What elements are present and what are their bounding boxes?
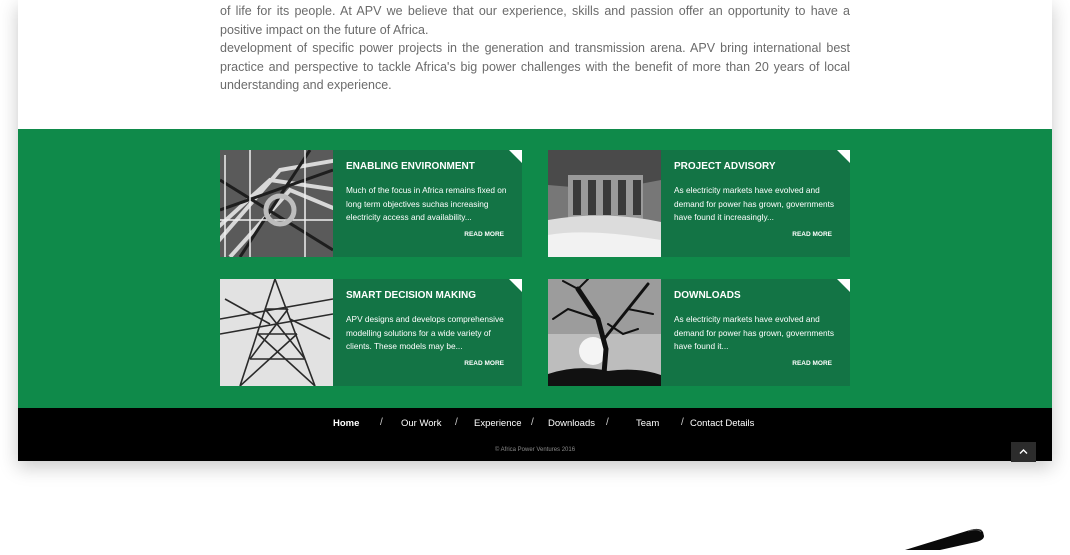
copyright-text: © Africa Power Ventures 2016: [494, 447, 576, 453]
nav-our-work[interactable]: Our Work: [401, 418, 441, 429]
nav-downloads[interactable]: Downloads: [548, 418, 595, 429]
intro-text: of life for its people. At APV we believ…: [220, 0, 850, 95]
card-text: As electricity markets have evolved and …: [674, 185, 835, 222]
read-more-link[interactable]: READ MORE: [464, 231, 504, 238]
chevron-up-icon: [1019, 449, 1028, 454]
intro-paragraph-2: development of specific power projects i…: [220, 41, 850, 92]
card-smart-decision-making[interactable]: SMART DECISION MAKING APV designs and de…: [220, 279, 522, 386]
back-to-top-button[interactable]: [1011, 442, 1036, 462]
nav-separator: /: [531, 417, 534, 428]
intro-paragraph-1: of life for its people. At APV we believ…: [220, 4, 850, 37]
card-downloads[interactable]: DOWNLOADS As electricity markets have ev…: [548, 279, 850, 386]
nav-home[interactable]: Home: [333, 418, 359, 429]
read-more-link[interactable]: READ MORE: [464, 360, 504, 367]
card-text: As electricity markets have evolved and …: [674, 314, 835, 351]
card-title: SMART DECISION MAKING: [346, 290, 476, 301]
read-more-link[interactable]: READ MORE: [792, 231, 832, 238]
card-title: ENABLING ENVIRONMENT: [346, 161, 475, 172]
pen-tip-decoration: [900, 524, 990, 555]
card-image-industrial-pipes: [220, 150, 333, 257]
services-section: ENABLING ENVIRONMENT Much of the focus i…: [18, 129, 1052, 408]
read-more-link[interactable]: READ MORE: [792, 360, 832, 367]
nav-separator: /: [681, 417, 684, 428]
card-image-dam: [548, 150, 661, 257]
card-title: PROJECT ADVISORY: [674, 161, 776, 172]
card-enabling-environment[interactable]: ENABLING ENVIRONMENT Much of the focus i…: [220, 150, 522, 257]
nav-separator: /: [380, 417, 383, 428]
page-container: of life for its people. At APV we believ…: [18, 0, 1052, 462]
nav-contact-details[interactable]: Contact Details: [690, 418, 754, 429]
card-image-pylon: [220, 279, 333, 386]
card-project-advisory[interactable]: PROJECT ADVISORY As electricity markets …: [548, 150, 850, 257]
nav-experience[interactable]: Experience: [474, 418, 522, 429]
nav-separator: /: [455, 417, 458, 428]
nav-separator: /: [606, 417, 609, 428]
nav-team[interactable]: Team: [636, 418, 659, 429]
card-text: Much of the focus in Africa remains fixe…: [346, 185, 507, 222]
card-title: DOWNLOADS: [674, 290, 741, 301]
card-image-tree-silhouette: [548, 279, 661, 386]
card-text: APV designs and develops comprehensive m…: [346, 314, 504, 351]
footer: Home / Our Work / Experience / Downloads…: [18, 408, 1052, 462]
